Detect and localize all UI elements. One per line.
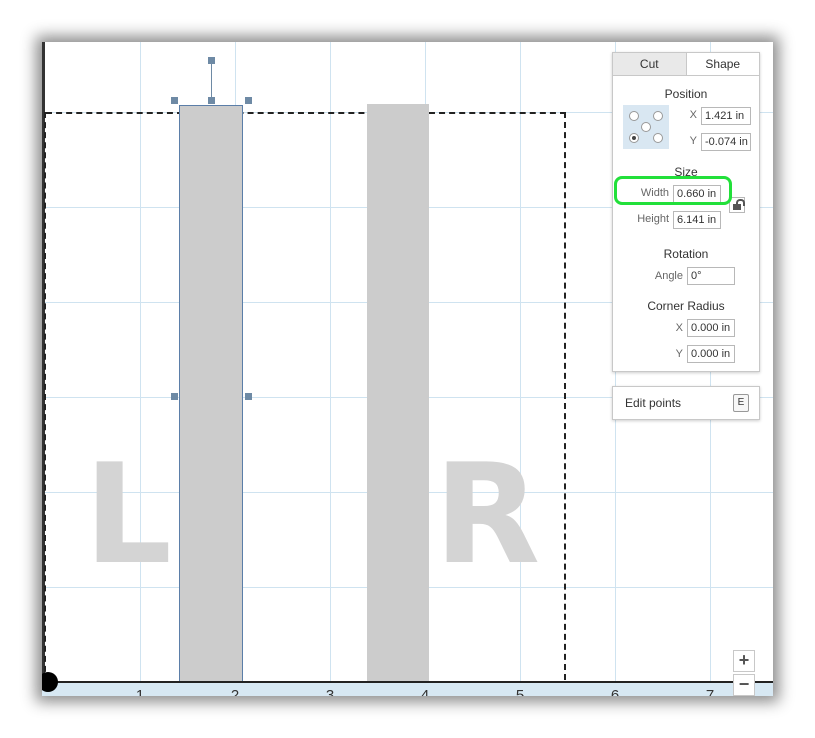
position-y-label: Y xyxy=(689,135,697,147)
resize-handle-right[interactable] xyxy=(245,393,252,400)
anchor-center[interactable] xyxy=(641,122,651,132)
panel-tabs: Cut Shape xyxy=(613,53,759,76)
letter-r: R xyxy=(434,434,541,595)
anchor-bottom-right[interactable] xyxy=(653,133,663,143)
anchor-selector xyxy=(623,105,669,149)
corner-x-label: X xyxy=(675,322,683,334)
height-field[interactable]: 6.141 in xyxy=(673,211,721,229)
edit-points-shortcut: E xyxy=(733,394,749,412)
ruler-tick-label: 3 xyxy=(325,687,335,696)
tab-cut[interactable]: Cut xyxy=(613,53,687,75)
tab-shape[interactable]: Shape xyxy=(687,53,760,75)
letter-l: L xyxy=(84,434,172,595)
ruler-tick-label: 4 xyxy=(420,687,430,696)
ruler-tick-label: 1 xyxy=(135,687,145,696)
resize-handle-top-right[interactable] xyxy=(245,97,252,104)
rotate-handle[interactable] xyxy=(208,57,215,64)
ruler-tick-label: 2 xyxy=(230,687,240,696)
resize-handle-top[interactable] xyxy=(208,97,215,104)
position-y-field[interactable]: -0.074 in xyxy=(701,133,751,151)
ruler-tick-label: 7 xyxy=(705,687,715,696)
angle-field[interactable]: 0° xyxy=(687,267,735,285)
angle-label: Angle xyxy=(654,270,683,282)
corner-y-field[interactable]: 0.000 in xyxy=(687,345,735,363)
horizontal-ruler: 1 2 3 4 5 6 7 xyxy=(42,683,773,696)
resize-handle-left[interactable] xyxy=(171,393,178,400)
corner-y-label: Y xyxy=(675,348,683,360)
edit-points-label: Edit points xyxy=(625,396,682,410)
rectangle-shape-right[interactable] xyxy=(367,104,429,688)
rotation-title: Rotation xyxy=(663,247,709,261)
resize-handle-top-left[interactable] xyxy=(171,97,178,104)
zoom-in-button[interactable]: + xyxy=(733,650,755,672)
ruler-tick-label: 6 xyxy=(610,687,620,696)
position-x-field[interactable]: 1.421 in xyxy=(701,107,751,125)
selection-outline xyxy=(179,105,243,691)
rotation-line xyxy=(211,62,212,100)
position-x-label: X xyxy=(689,109,697,121)
zoom-out-button[interactable]: − xyxy=(733,674,755,696)
anchor-bottom-left[interactable] xyxy=(629,133,639,143)
anchor-top-right[interactable] xyxy=(653,111,663,121)
edit-points-panel[interactable]: Edit points E xyxy=(612,386,760,420)
anchor-top-left[interactable] xyxy=(629,111,639,121)
width-highlight-annotation xyxy=(614,176,732,205)
ruler-tick-label: 5 xyxy=(515,687,525,696)
corner-radius-title: Corner Radius xyxy=(647,299,725,313)
properties-panel: Cut Shape Position X 1.421 in Y -0.074 i… xyxy=(612,52,760,372)
design-canvas[interactable]: L R 1 2 3 4 5 6 7 Cut Shape Position X 1… xyxy=(42,42,773,696)
corner-x-field[interactable]: 0.000 in xyxy=(687,319,735,337)
height-label: Height xyxy=(637,213,669,225)
position-title: Position xyxy=(664,87,708,101)
